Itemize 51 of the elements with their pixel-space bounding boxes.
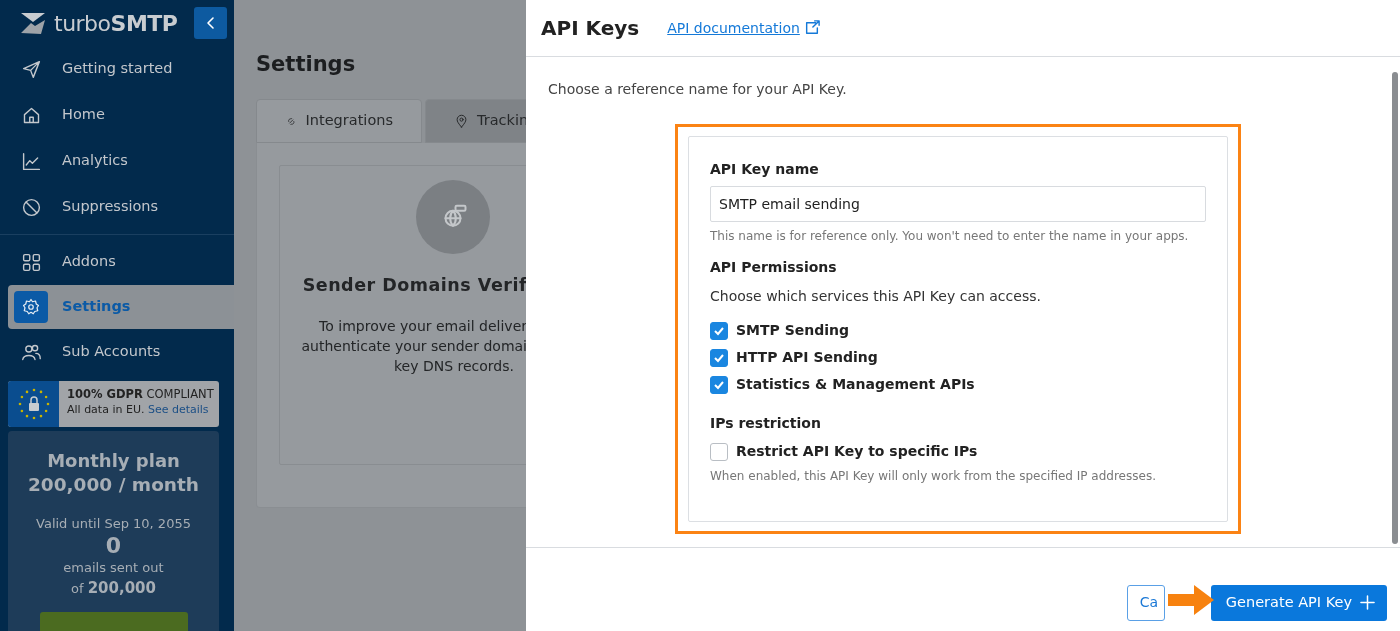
ban-icon bbox=[20, 196, 42, 218]
sidebar-item[interactable]: Sub Accounts bbox=[8, 329, 234, 375]
checkbox[interactable] bbox=[710, 442, 728, 461]
help-text: When enabled, this API Key will only work from the specified IP addresses. bbox=[710, 468, 1157, 485]
description-line: key DNS records. bbox=[394, 358, 514, 375]
section-label: API Permissions bbox=[710, 258, 838, 277]
checkbox[interactable] bbox=[710, 375, 728, 394]
checkbox[interactable] bbox=[710, 321, 728, 340]
plan-total: of 200,000 bbox=[70, 578, 157, 600]
sidebar-item[interactable]: Addons bbox=[8, 239, 234, 285]
tab[interactable]: Integrations bbox=[256, 99, 422, 144]
settings-icon bbox=[22, 298, 40, 316]
generate-button[interactable]: Generate API Key bbox=[1210, 584, 1387, 621]
scrollbar[interactable] bbox=[1392, 72, 1398, 544]
sidebar-item[interactable]: Suppressions bbox=[8, 184, 234, 230]
sent-label: emails sent out bbox=[62, 558, 165, 577]
checkbox-label[interactable]: HTTP API Sending bbox=[736, 347, 878, 368]
external-link-icon bbox=[803, 20, 820, 36]
annotation-arrow bbox=[1168, 585, 1214, 615]
page-title: Settings bbox=[256, 52, 357, 78]
sent-count: 0 bbox=[104, 533, 123, 558]
sidebar-item[interactable]: Getting started bbox=[8, 46, 234, 92]
grid-icon bbox=[20, 251, 42, 273]
plan-amount: 200,000 / month bbox=[26, 473, 201, 498]
chart-icon bbox=[20, 150, 42, 172]
sidebar-item[interactable]: Analytics bbox=[8, 138, 234, 184]
pin-icon bbox=[454, 113, 469, 129]
gdpr-title: 100% GDPR COMPLIANT bbox=[67, 387, 214, 403]
checkbox[interactable] bbox=[710, 348, 728, 367]
send-icon bbox=[20, 58, 42, 80]
name-field[interactable]: SMTP email sending bbox=[710, 186, 1206, 222]
help-text: This name is for reference only. You won't need to enter the name in your apps. bbox=[710, 228, 1190, 245]
collapse-button[interactable] bbox=[194, 7, 227, 39]
documentation-link[interactable]: API documentation bbox=[667, 17, 820, 39]
checkbox-label[interactable]: Statistics & Management APIs bbox=[736, 374, 975, 395]
checkbox-label[interactable]: Restrict API Key to specific IPs bbox=[736, 441, 978, 462]
valid-date: Valid until Sep 10, 2055 bbox=[35, 515, 192, 534]
plus-icon bbox=[1360, 595, 1375, 610]
plan-title: Monthly plan bbox=[46, 449, 181, 473]
checkbox-label[interactable]: SMTP Sending bbox=[736, 320, 850, 341]
tab[interactable]: Trackin bbox=[425, 99, 526, 144]
section-text: Choose which services this API Key can access. bbox=[710, 287, 1042, 306]
section-label: IPs restriction bbox=[710, 414, 822, 433]
sidebar-item[interactable]: Home bbox=[8, 92, 234, 138]
cancel-button[interactable]: Ca bbox=[1126, 584, 1165, 621]
intro-text: Choose a reference name for your API Key. bbox=[548, 80, 848, 99]
logo-text: turboSMTP bbox=[54, 9, 178, 38]
field-label: API Key name bbox=[710, 160, 820, 179]
gdpr-text: All data in EU. bbox=[67, 402, 146, 416]
panel-title: API Keys bbox=[541, 16, 640, 40]
description-line: authenticate your sender domai bbox=[301, 338, 526, 355]
